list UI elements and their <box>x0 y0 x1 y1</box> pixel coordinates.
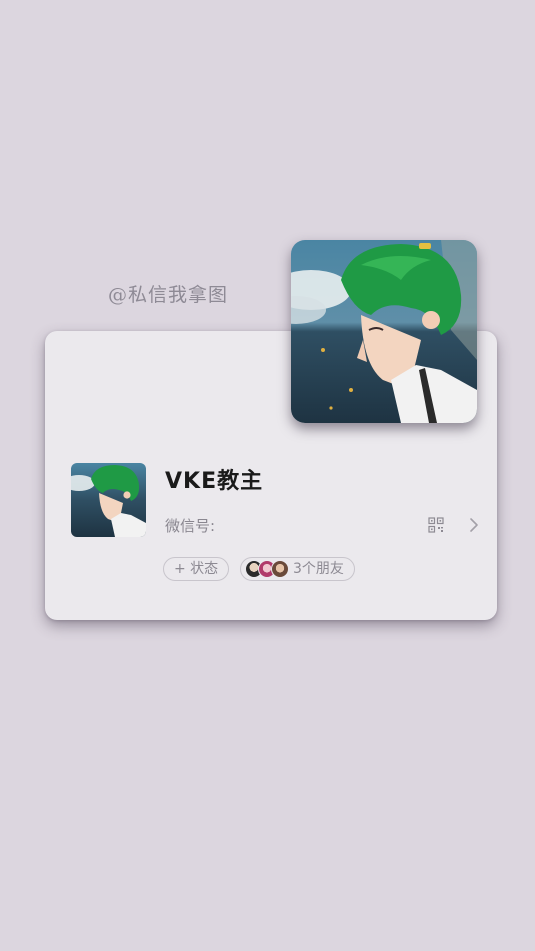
avatar-illustration-large <box>291 240 477 423</box>
qr-code-icon[interactable] <box>428 517 444 533</box>
add-status-button[interactable]: + 状态 <box>163 557 230 581</box>
profile-avatar[interactable] <box>71 463 146 537</box>
profile-name: VKE教主 <box>165 469 264 494</box>
watermark: @私信我拿图 <box>108 284 229 306</box>
avatar-illustration-small <box>71 463 146 537</box>
friend-avatars <box>245 560 289 578</box>
cover-avatar-image[interactable] <box>291 240 477 423</box>
friends-label: 3个朋友 <box>293 561 344 577</box>
friends-button[interactable]: 3个朋友 <box>240 557 355 581</box>
wechat-id-label[interactable]: 微信号: <box>165 515 215 536</box>
friend-avatar <box>271 560 289 578</box>
chevron-right-icon[interactable] <box>468 516 480 534</box>
